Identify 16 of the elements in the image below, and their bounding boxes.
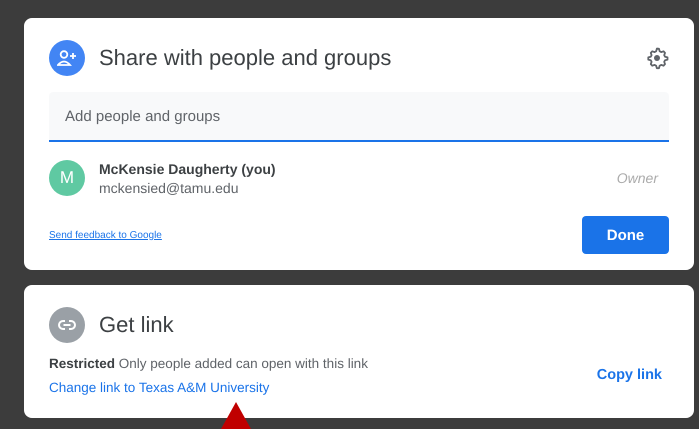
person-email: mckensied@tamu.edu — [99, 180, 240, 196]
pointer-arrow-icon — [221, 402, 251, 429]
dialog-title: Share with people and groups — [99, 45, 392, 71]
copy-link-button[interactable]: Copy link — [596, 367, 662, 383]
avatar: M — [49, 160, 85, 196]
role-label: Owner — [616, 170, 660, 186]
add-people-field[interactable]: Add people and groups — [49, 92, 669, 142]
feedback-link[interactable]: Send feedback to Google — [49, 230, 162, 240]
link-icon — [49, 307, 85, 343]
access-description: Restricted Only people added can open with this link — [49, 356, 368, 371]
settings-icon[interactable] — [645, 46, 669, 70]
done-button[interactable]: Done — [582, 216, 669, 254]
add-person-icon — [49, 40, 85, 76]
change-link[interactable]: Change link to Texas A&M University — [49, 380, 368, 395]
person-name: McKensie Daugherty (you) — [99, 160, 277, 176]
section-title: Get link — [99, 312, 175, 338]
